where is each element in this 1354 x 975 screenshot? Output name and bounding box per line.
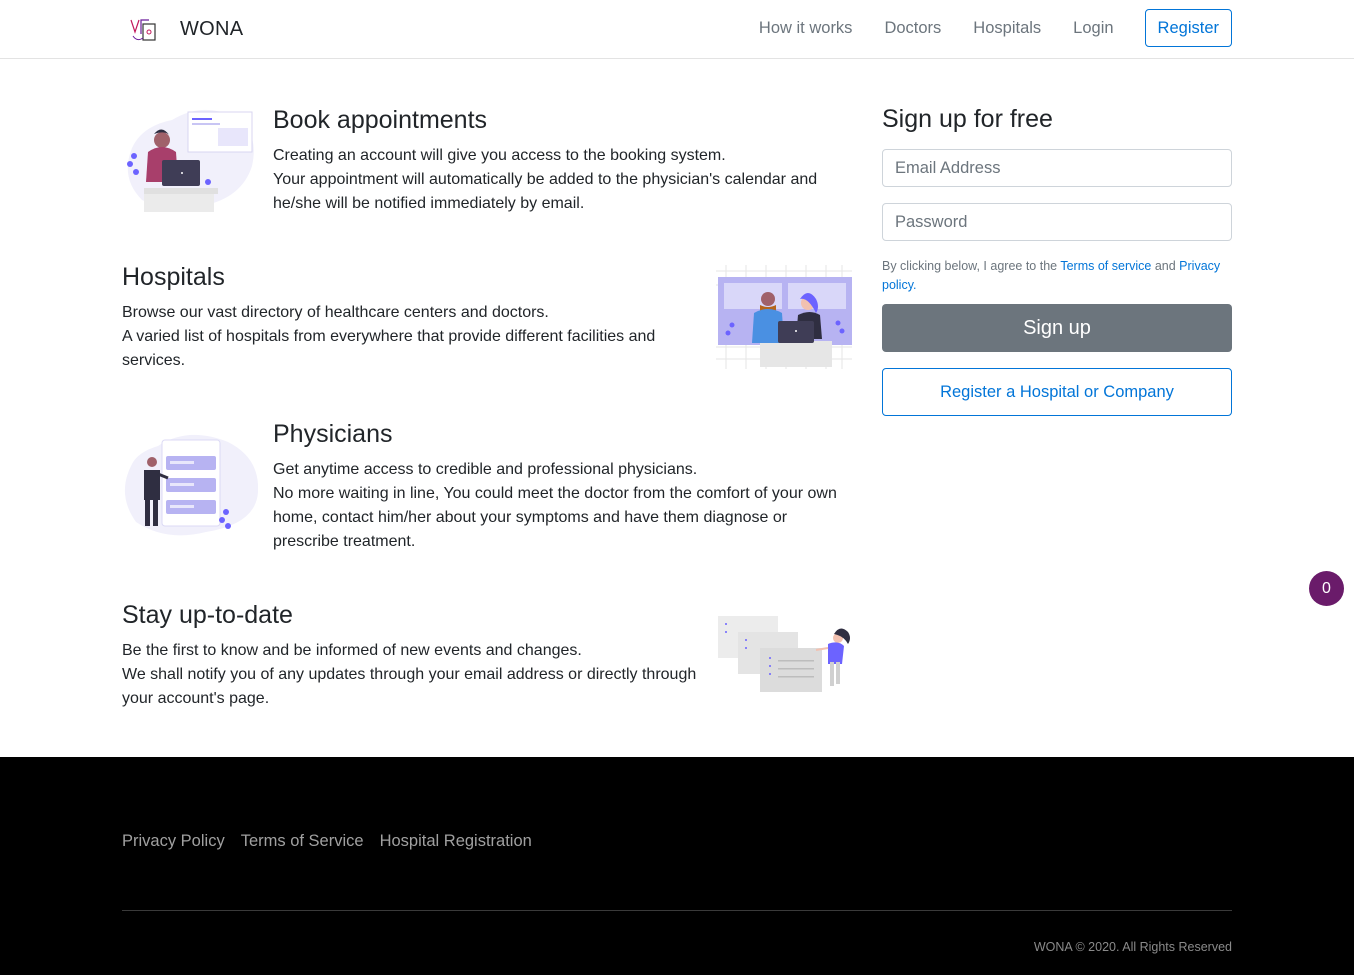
copyright-text: WONA © 2020. All Rights Reserved	[1033, 940, 1232, 954]
feature-line: Browse our vast directory of healthcare …	[122, 304, 549, 321]
sign-up-button[interactable]: Sign up	[882, 304, 1232, 352]
footer-link-terms-of-service[interactable]: Terms of Service	[241, 832, 364, 851]
navbar: WONA How it works Doctors Hospitals Logi…	[0, 0, 1354, 59]
footer-divider	[122, 910, 1232, 911]
email-field[interactable]	[882, 149, 1232, 187]
terms-of-service-link[interactable]: Terms of service	[1060, 259, 1151, 273]
feature-line: Get anytime access to credible and profe…	[273, 461, 698, 478]
footer: Privacy Policy Terms of Service Hospital…	[0, 757, 1354, 975]
feature-line: Be the first to know and be informed of …	[122, 642, 582, 659]
brand-name: WONA	[180, 17, 244, 40]
nav-link-doctors[interactable]: Doctors	[884, 9, 941, 47]
feature-hospitals: Hospitals Browse our vast directory of h…	[122, 263, 682, 373]
feature-title: Physicians	[273, 420, 393, 448]
stay-up-to-date-illustration	[718, 616, 850, 692]
feature-title: Stay up-to-date	[122, 601, 293, 629]
footer-link-hospital-registration[interactable]: Hospital Registration	[380, 832, 532, 851]
footer-links: Privacy Policy Terms of Service Hospital…	[122, 832, 548, 851]
terms-text: By clicking below, I agree to the Terms …	[882, 257, 1232, 295]
feature-line: We shall notify you of any updates throu…	[122, 666, 697, 707]
feature-line: No more waiting in line, You could meet …	[273, 485, 837, 550]
register-hospital-button[interactable]: Register a Hospital or Company	[882, 368, 1232, 416]
book-appointments-illustration	[127, 109, 254, 212]
nav-link-hospitals[interactable]: Hospitals	[973, 9, 1041, 47]
feature-title: Book appointments	[273, 106, 488, 134]
feature-title: Hospitals	[122, 263, 225, 291]
brand-logo-icon	[130, 19, 156, 41]
physicians-illustration	[124, 434, 258, 536]
signup-form: Sign up for free By clicking below, I ag…	[882, 105, 1232, 416]
password-field[interactable]	[882, 203, 1232, 241]
brand[interactable]: WONA	[127, 12, 243, 46]
hospitals-illustration	[716, 265, 852, 369]
feature-stay-up-to-date: Stay up-to-date Be the first to know and…	[122, 601, 707, 711]
feature-line: Your appointment will automatically be a…	[273, 171, 818, 212]
nav-link-login[interactable]: Login	[1073, 9, 1113, 47]
terms-and: and	[1151, 259, 1180, 273]
nav-link-how-it-works[interactable]: How it works	[759, 9, 853, 47]
terms-prefix: By clicking below, I agree to the	[882, 259, 1061, 273]
feature-physicians: Physicians Get anytime access to credibl…	[273, 420, 853, 554]
notification-badge[interactable]: 0	[1309, 571, 1344, 606]
nav-links: How it works Doctors Hospitals Login Reg…	[759, 9, 1232, 47]
terms-suffix: .	[913, 278, 917, 292]
feature-line: Creating an account will give you access…	[273, 147, 726, 164]
signup-title: Sign up for free	[882, 105, 1053, 133]
footer-link-privacy-policy[interactable]: Privacy Policy	[122, 832, 225, 851]
register-button[interactable]: Register	[1144, 9, 1232, 47]
feature-line: A varied list of hospitals from everywhe…	[122, 328, 656, 369]
feature-book-appointments: Book appointments Creating an account wi…	[273, 106, 833, 216]
